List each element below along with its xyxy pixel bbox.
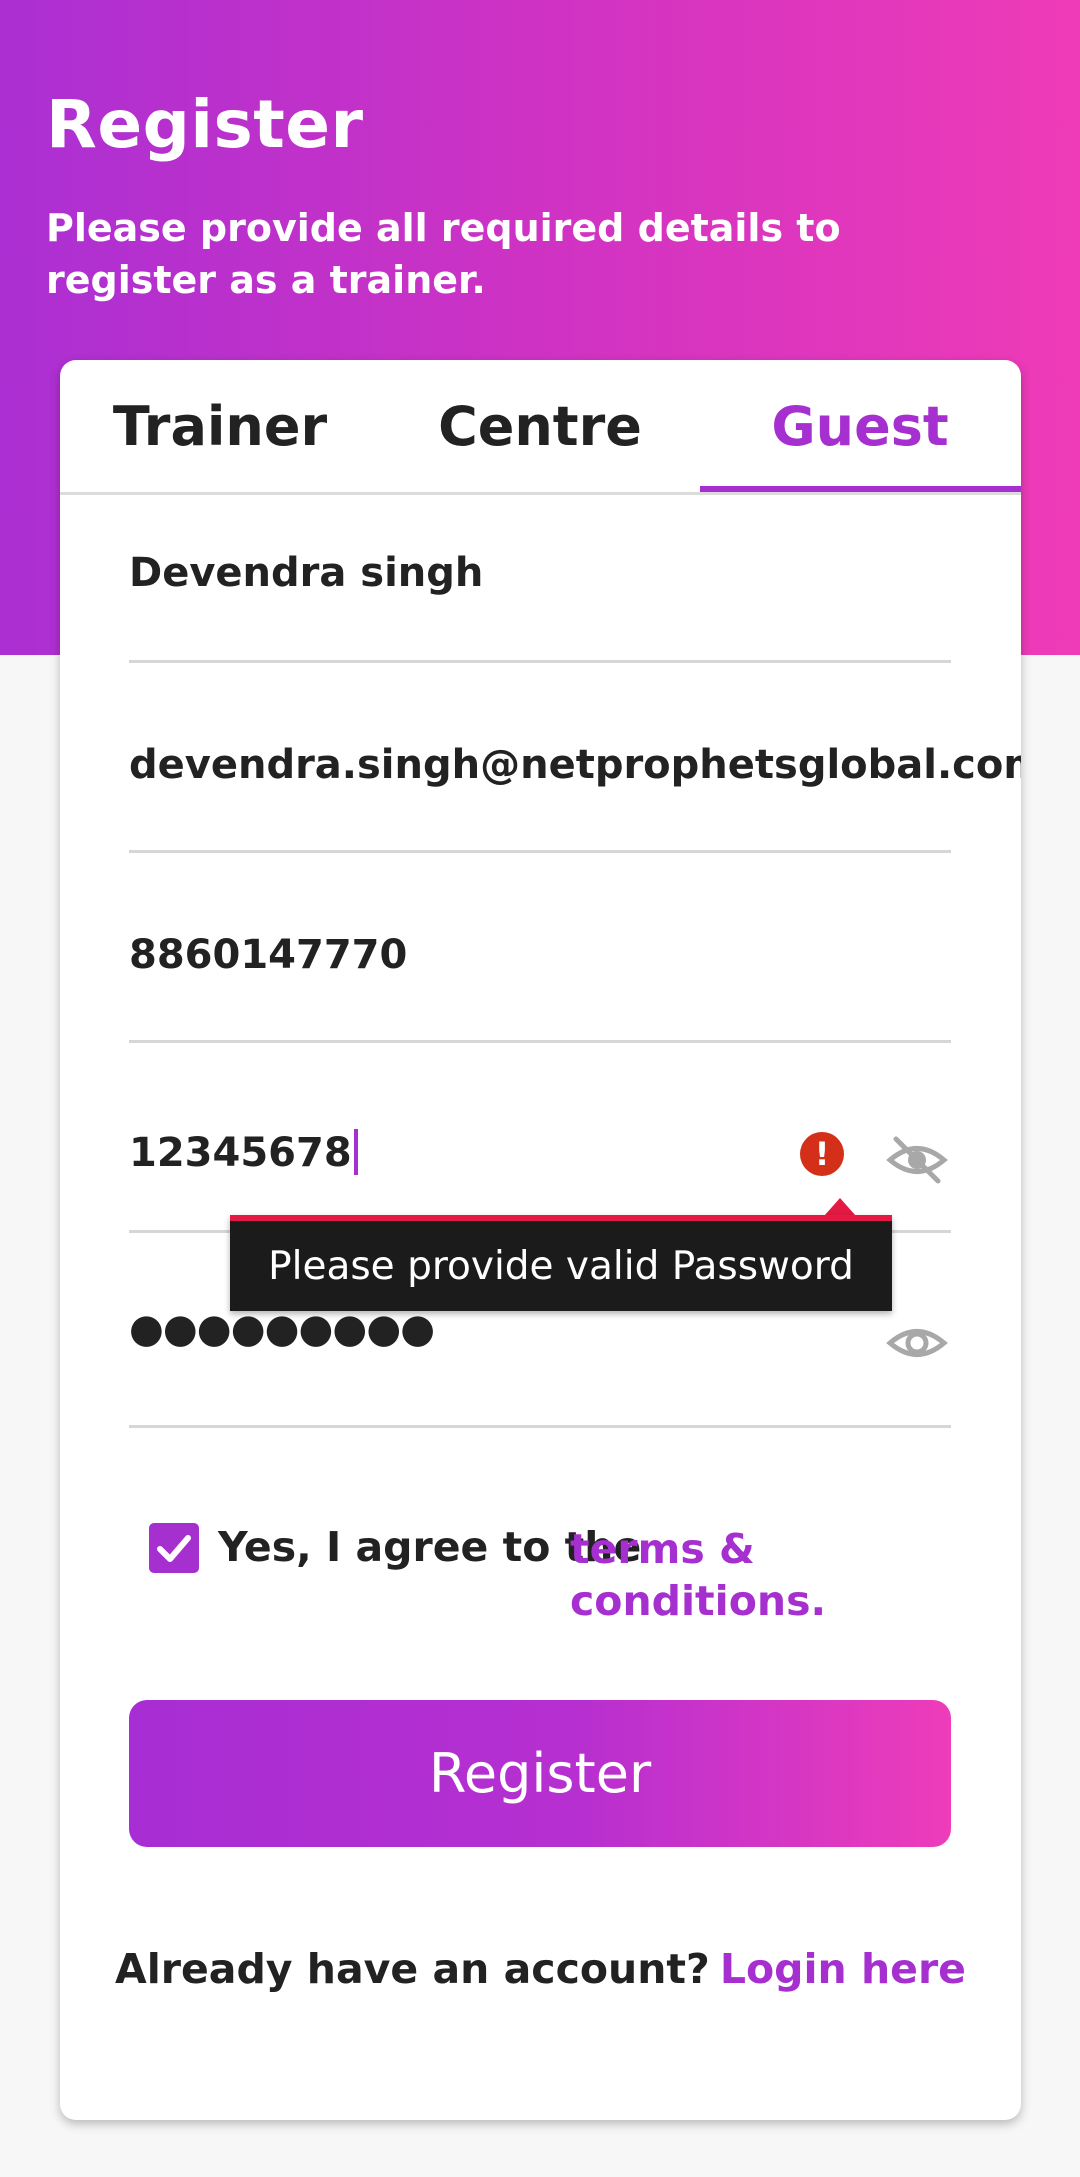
register-card: Trainer Centre Guest Devendra singh deve… bbox=[60, 360, 1021, 2120]
tab-trainer[interactable]: Trainer bbox=[60, 360, 380, 492]
login-prompt: Already have an account? Login here bbox=[60, 1945, 1021, 1993]
password-value: 12345678 bbox=[129, 1129, 358, 1178]
page-title: Register bbox=[46, 86, 364, 163]
password-text: 12345678 bbox=[129, 1130, 352, 1176]
login-prompt-text: Already have an account? bbox=[114, 1945, 710, 1993]
name-value: Devendra singh bbox=[129, 550, 484, 596]
email-value: devendra.singh@netprophetsglobal.com bbox=[129, 742, 1021, 788]
check-icon bbox=[157, 1535, 191, 1562]
phone-field[interactable]: 8860147770 bbox=[129, 900, 951, 1043]
page-subtitle: Please provide all required details to r… bbox=[46, 206, 841, 302]
terms-checkbox[interactable] bbox=[149, 1523, 199, 1573]
name-field[interactable]: Devendra singh bbox=[129, 520, 951, 663]
eye-off-icon[interactable] bbox=[886, 1135, 948, 1185]
tab-bar: Trainer Centre Guest bbox=[60, 360, 1021, 495]
error-tooltip: Please provide valid Password bbox=[230, 1215, 892, 1311]
tooltip-arrow bbox=[824, 1198, 856, 1216]
login-link[interactable]: Login here bbox=[720, 1945, 966, 1993]
error-icon: ! bbox=[800, 1132, 844, 1176]
text-cursor bbox=[353, 1129, 358, 1175]
phone-value: 8860147770 bbox=[129, 932, 408, 978]
tab-guest[interactable]: Guest bbox=[700, 360, 1020, 492]
terms-link[interactable]: terms & conditions. bbox=[570, 1523, 830, 1627]
eye-icon[interactable] bbox=[886, 1318, 948, 1368]
tab-selected-indicator bbox=[700, 486, 1021, 492]
confirm-password-mask: ●●●●●●●●● bbox=[129, 1306, 435, 1352]
tab-centre[interactable]: Centre bbox=[380, 360, 700, 492]
email-field[interactable]: devendra.singh@netprophetsglobal.com bbox=[129, 710, 1021, 853]
register-button[interactable]: Register bbox=[129, 1700, 951, 1847]
